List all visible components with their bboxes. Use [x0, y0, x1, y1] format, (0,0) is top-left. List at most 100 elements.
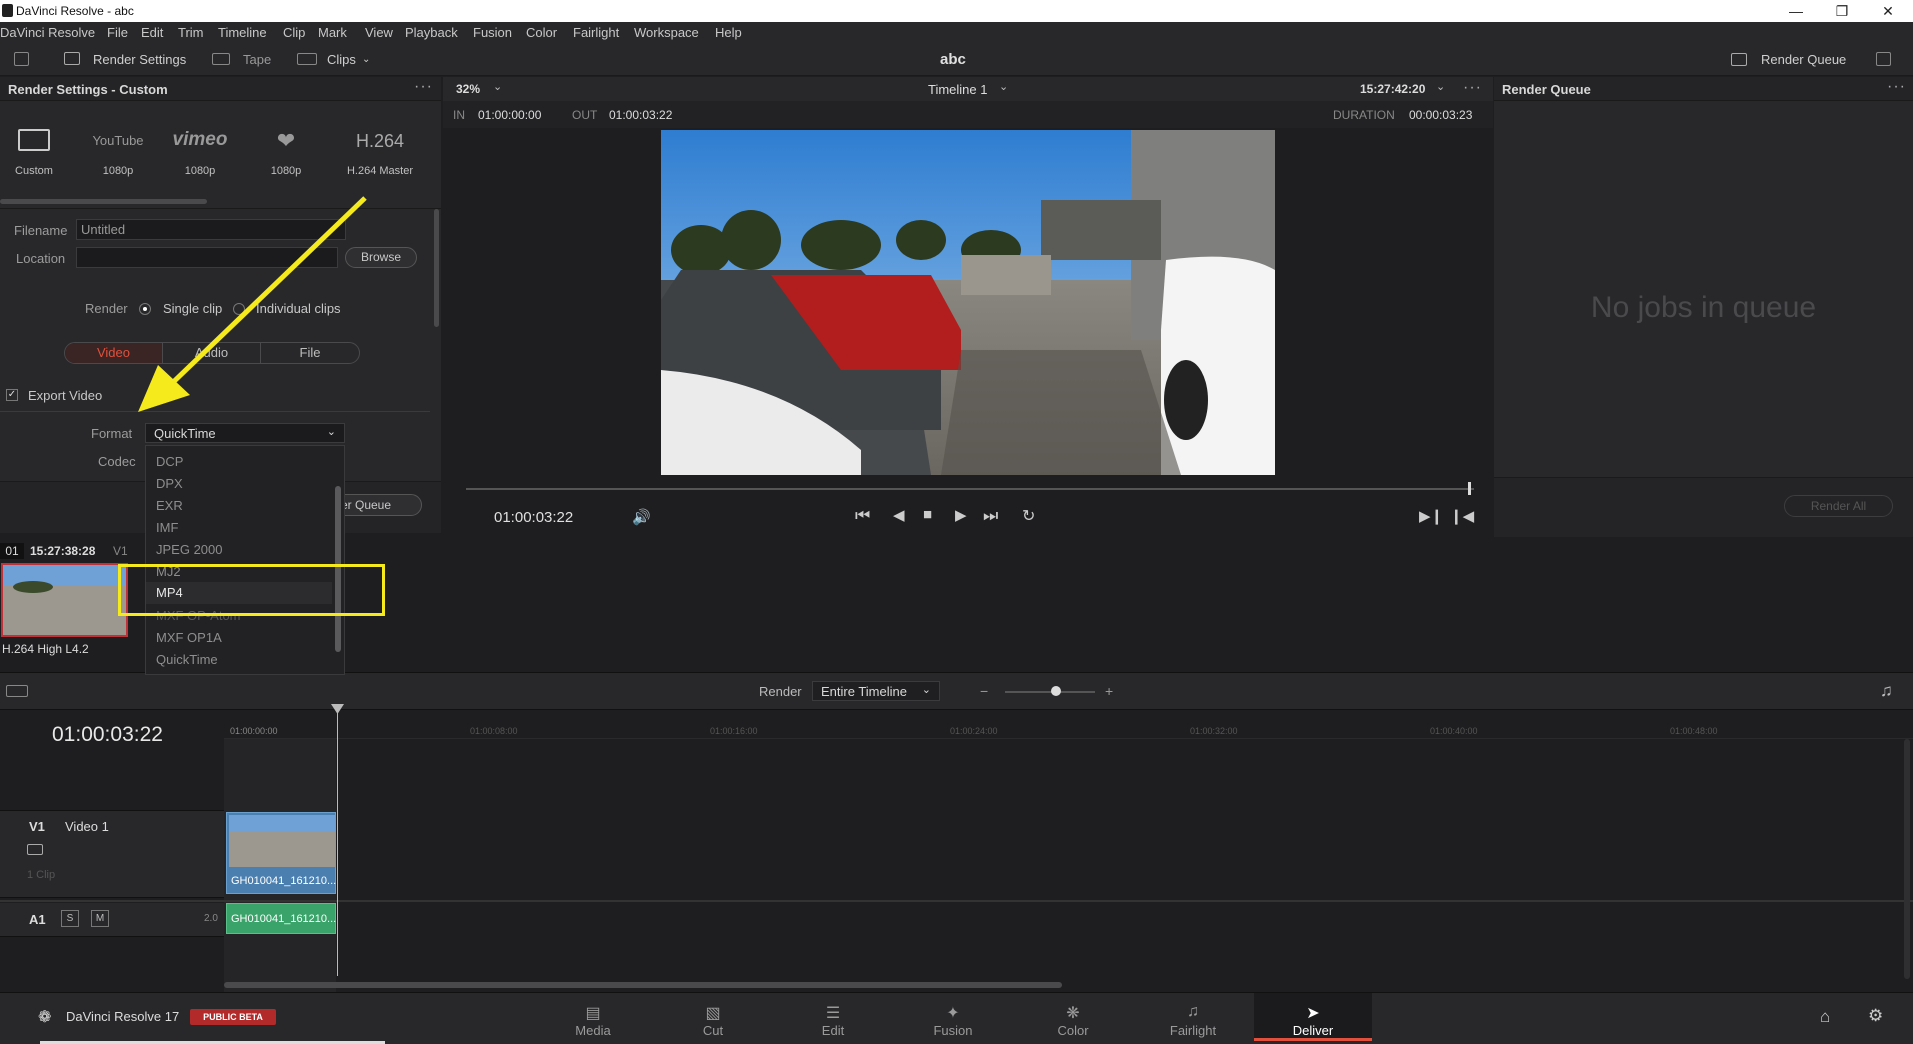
- clips-icon[interactable]: [297, 53, 317, 65]
- export-video-checkbox[interactable]: ✓: [6, 389, 18, 401]
- page-cut[interactable]: ▧ Cut: [654, 993, 772, 1041]
- play-icon[interactable]: ▶: [955, 506, 967, 524]
- format-option-dcp[interactable]: DCP: [156, 454, 183, 469]
- chevron-down-icon[interactable]: ⌄: [493, 80, 502, 93]
- next-clip-icon[interactable]: ▶❙: [1419, 507, 1443, 525]
- format-option-dpx[interactable]: DPX: [156, 476, 183, 491]
- menu-edit[interactable]: Edit: [141, 25, 163, 40]
- zoom-in-icon[interactable]: +: [1105, 683, 1113, 699]
- format-option-quicktime[interactable]: QuickTime: [156, 652, 218, 667]
- menu-fusion[interactable]: Fusion: [473, 25, 512, 40]
- preset-twitter[interactable]: ❤ 1080p: [256, 129, 316, 178]
- format-option-imf[interactable]: IMF: [156, 520, 178, 535]
- chevron-down-icon[interactable]: ⌄: [1436, 80, 1445, 93]
- render-settings-tab[interactable]: Render Settings: [93, 52, 186, 67]
- minimize-icon[interactable]: —: [1773, 0, 1819, 22]
- volume-icon[interactable]: 🔊: [632, 508, 651, 526]
- out-timecode[interactable]: 01:00:03:22: [609, 108, 672, 122]
- zoom-slider-track[interactable]: [1005, 691, 1095, 693]
- menu-timeline[interactable]: Timeline: [218, 25, 267, 40]
- menu-color[interactable]: Color: [526, 25, 557, 40]
- timeline-audio-clip[interactable]: GH010041_161210...: [226, 903, 336, 934]
- home-icon[interactable]: ⌂: [1820, 1007, 1830, 1027]
- menu-trim[interactable]: Trim: [178, 25, 204, 40]
- panel-toggle-right-icon[interactable]: [1876, 52, 1891, 66]
- more-options-icon[interactable]: ···: [1463, 79, 1482, 97]
- tape-icon[interactable]: [212, 53, 230, 65]
- preset-youtube[interactable]: YouTube 1080p: [78, 129, 158, 177]
- timeline-name[interactable]: Timeline 1: [928, 82, 987, 97]
- menu-file[interactable]: File: [107, 25, 128, 40]
- mute-button[interactable]: M: [91, 910, 109, 927]
- preset-vimeo[interactable]: vimeo 1080p: [165, 129, 235, 177]
- audio-mixer-icon[interactable]: ♫: [1880, 681, 1893, 701]
- page-deliver[interactable]: ➤ Deliver: [1254, 993, 1372, 1041]
- menu-davinci[interactable]: DaVinci Resolve: [0, 25, 95, 40]
- format-select[interactable]: QuickTime ⌄: [145, 423, 345, 443]
- close-icon[interactable]: ✕: [1865, 0, 1911, 22]
- menu-fairlight[interactable]: Fairlight: [573, 25, 619, 40]
- menu-playback[interactable]: Playback: [405, 25, 458, 40]
- page-label: Deliver: [1292, 1023, 1334, 1038]
- chevron-down-icon[interactable]: ⌄: [362, 54, 370, 65]
- gear-icon[interactable]: ⚙: [1868, 1006, 1883, 1026]
- render-range-label: Render: [759, 684, 802, 699]
- solo-button[interactable]: S: [61, 910, 79, 927]
- menu-help[interactable]: Help: [715, 25, 742, 40]
- preset-h264[interactable]: H.264 H.264 Master: [340, 129, 420, 177]
- menu-clip[interactable]: Clip: [283, 25, 305, 40]
- timeline-video-clip[interactable]: GH010041_161210...: [226, 812, 336, 894]
- video-preview[interactable]: [661, 130, 1275, 475]
- render-all-button[interactable]: Render All: [1784, 495, 1893, 517]
- zoom-level[interactable]: 32%: [456, 82, 480, 96]
- scrubber-track[interactable]: [466, 488, 1474, 490]
- panel-toggle-icon[interactable]: [14, 52, 29, 66]
- play-reverse-icon[interactable]: ◀: [893, 506, 905, 524]
- prev-clip-icon[interactable]: ❙◀: [1450, 507, 1474, 525]
- format-option-jpeg2000[interactable]: JPEG 2000: [156, 542, 223, 557]
- render-queue-header: Render Queue ···: [1494, 77, 1913, 101]
- render-queue-tab[interactable]: Render Queue: [1761, 52, 1846, 67]
- page-color[interactable]: ❋ Color: [1014, 993, 1132, 1041]
- page-fusion[interactable]: ✦ Fusion: [894, 993, 1012, 1041]
- chevron-down-icon[interactable]: ⌄: [999, 80, 1008, 93]
- clip-codec: H.264 High L4.2: [2, 642, 89, 656]
- in-timecode[interactable]: 01:00:00:00: [478, 108, 541, 122]
- menu-mark[interactable]: Mark: [318, 25, 347, 40]
- loop-icon[interactable]: ↻: [1022, 506, 1035, 526]
- page-fairlight[interactable]: ♫ Fairlight: [1134, 993, 1252, 1041]
- stop-icon[interactable]: ■: [923, 506, 932, 523]
- more-options-icon[interactable]: ···: [414, 78, 433, 96]
- preset-custom[interactable]: Custom: [8, 129, 60, 177]
- page-edit[interactable]: ☰ Edit: [774, 993, 892, 1041]
- maximize-icon[interactable]: ❐: [1819, 0, 1865, 22]
- render-queue-icon[interactable]: [1731, 53, 1747, 66]
- timeline-horizontal-scrollbar[interactable]: [224, 982, 1062, 988]
- out-label: OUT: [572, 108, 598, 122]
- page-media[interactable]: ▤ Media: [534, 993, 652, 1041]
- format-label: Format: [91, 426, 133, 441]
- menu-view[interactable]: View: [365, 25, 393, 40]
- timeline-ruler[interactable]: 01:00:00:00 01:00:08:00 01:00:16:00 01:0…: [224, 711, 1913, 743]
- clip-thumbnail[interactable]: [1, 563, 128, 637]
- render-settings-icon[interactable]: [64, 52, 80, 65]
- track-name-v1[interactable]: Video 1: [65, 819, 109, 834]
- skip-to-end-icon[interactable]: ⏭: [983, 506, 998, 526]
- timeline-timecode: 01:00:03:22: [52, 723, 163, 746]
- settings-scrollbar[interactable]: [434, 209, 439, 327]
- menu-workspace[interactable]: Workspace: [634, 25, 699, 40]
- format-option-exr[interactable]: EXR: [156, 498, 183, 513]
- playhead-handle[interactable]: [1468, 482, 1471, 495]
- tape-tab[interactable]: Tape: [243, 52, 271, 67]
- skip-to-start-icon[interactable]: ⏮: [855, 506, 870, 526]
- format-option-mxf-op1a[interactable]: MXF OP1A: [156, 630, 222, 645]
- zoom-out-icon[interactable]: −: [980, 683, 988, 699]
- track-monitor-icon[interactable]: [27, 844, 43, 855]
- clips-tab[interactable]: Clips: [327, 52, 356, 67]
- more-options-icon[interactable]: ···: [1887, 78, 1906, 96]
- timeline-playhead[interactable]: [337, 708, 338, 976]
- zoom-slider-handle[interactable]: [1051, 686, 1061, 696]
- render-range-select[interactable]: Entire Timeline ⌄: [812, 681, 940, 701]
- timeline-view-icon[interactable]: [6, 685, 28, 697]
- timeline-vertical-scrollbar[interactable]: [1904, 739, 1910, 979]
